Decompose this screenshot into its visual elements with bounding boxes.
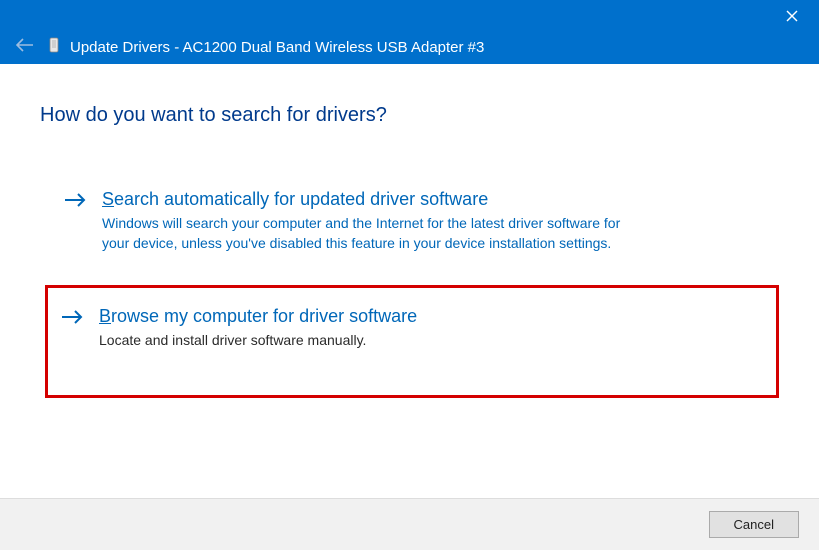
option-text-block: Search automatically for updated driver … (102, 189, 763, 253)
mnemonic-letter: B (99, 306, 111, 326)
mnemonic-letter: S (102, 189, 114, 209)
page-heading: How do you want to search for drivers? (40, 104, 779, 127)
option-text-block: Browse my computer for driver software L… (99, 306, 763, 351)
arrow-right-icon (64, 191, 86, 214)
option-title: Search automatically for updated driver … (102, 189, 763, 210)
footer-bar: Cancel (0, 498, 819, 550)
option-title: Browse my computer for driver software (99, 306, 763, 327)
arrow-right-icon (61, 308, 83, 331)
option-title-rest: rowse my computer for driver software (111, 306, 417, 326)
window-title: Update Drivers - AC1200 Dual Band Wirele… (70, 39, 484, 56)
option-description: Windows will search your computer and th… (102, 214, 642, 253)
titlebar: Update Drivers - AC1200 Dual Band Wirele… (0, 0, 819, 64)
content-area: How do you want to search for drivers? S… (0, 64, 819, 398)
back-button[interactable] (8, 36, 46, 56)
option-title-rest: earch automatically for updated driver s… (114, 189, 488, 209)
cancel-button[interactable]: Cancel (709, 511, 799, 538)
option-description: Locate and install driver software manua… (99, 331, 639, 351)
option-browse-computer[interactable]: Browse my computer for driver software L… (45, 285, 779, 398)
option-search-automatically[interactable]: Search automatically for updated driver … (48, 177, 779, 265)
device-icon (46, 36, 62, 56)
close-icon (786, 10, 798, 22)
close-button[interactable] (765, 0, 819, 32)
back-arrow-icon (16, 38, 34, 52)
